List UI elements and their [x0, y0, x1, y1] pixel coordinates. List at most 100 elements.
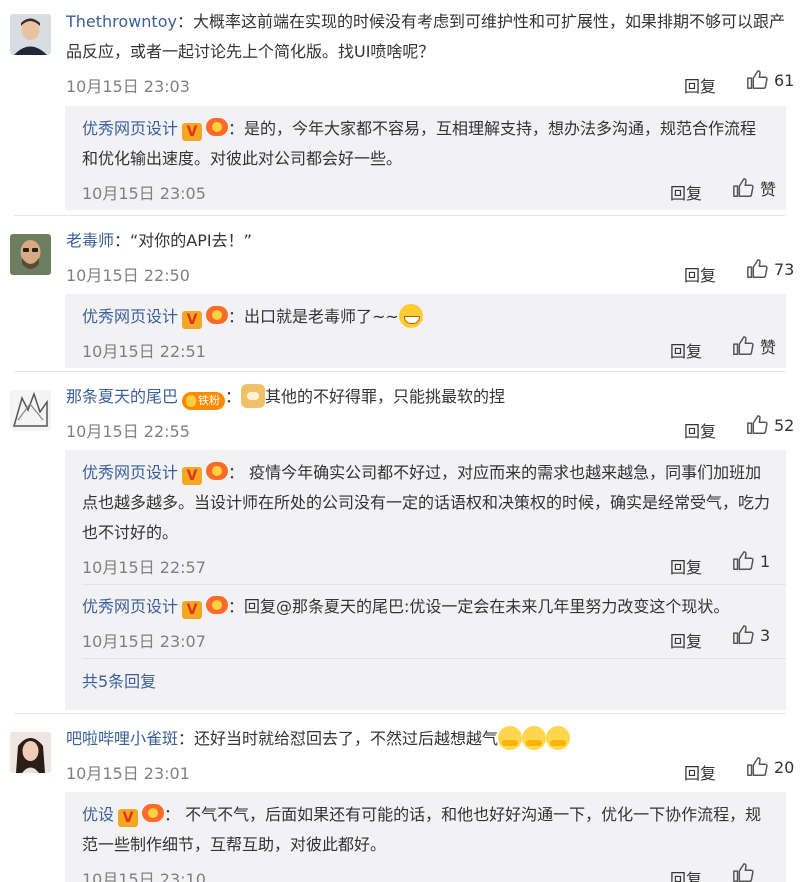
reply-button[interactable]: 回复: [670, 866, 702, 882]
thumb-up-icon: [733, 863, 754, 882]
like-button[interactable]: 3: [732, 624, 770, 646]
member-crown-badge-icon: [206, 306, 229, 324]
like-button[interactable]: [732, 862, 760, 882]
thumb-up-icon: [733, 178, 754, 197]
like-button[interactable]: 73: [746, 258, 794, 280]
divider: [14, 713, 786, 714]
reply-user-link[interactable]: 优秀网页设计: [82, 597, 178, 616]
laugh-emoji-icon: [398, 304, 423, 328]
reply-item: 优秀网页设计 V ：出口就是老毒师了~~ 10月15日 22:51 回复 赞: [65, 294, 786, 362]
fan-badge: 铁粉: [182, 392, 226, 410]
reply-text: 优秀网页设计 V： 疫情今年确实公司都不好过，对应而来的需求也越来越急，同事们加班…: [82, 458, 770, 548]
member-crown-badge-icon: [206, 596, 229, 614]
like-count: 赞: [760, 180, 777, 199]
like-button[interactable]: 20: [746, 756, 794, 778]
thumb-up-icon: [733, 336, 754, 355]
divider: [14, 371, 786, 372]
reply-meta: 10月15日 23:07 回复 3: [82, 622, 770, 652]
reply-user-link[interactable]: 优秀网页设计: [82, 463, 178, 482]
vip-v-badge-icon: V: [182, 467, 203, 485]
avatar-image: [10, 390, 51, 431]
thumb-up-icon: [747, 70, 768, 89]
like-count: 52: [774, 415, 795, 435]
reply-time: 10月15日 22:57: [82, 558, 206, 577]
reply-user-link[interactable]: 优秀网页设计: [82, 119, 178, 138]
comment-meta: 10月15日 23:01 回复 20: [66, 754, 794, 784]
comment-content: ：还好当时就给怼回去了，不然过后越想越气: [178, 729, 499, 748]
reply-time: 10月15日 23:10: [82, 870, 206, 882]
comment-time: 10月15日 22:50: [66, 266, 190, 285]
thumb-up-icon: [747, 415, 768, 434]
avatar-image: [10, 732, 51, 773]
comment-text: 老毒师：“对你的API去！”: [66, 226, 786, 256]
reply-content: ：出口就是老毒师了~~: [228, 307, 399, 326]
reply-button[interactable]: 回复: [670, 554, 702, 578]
reply-meta: 10月15日 23:05 回复 赞: [82, 174, 776, 204]
reply-meta: 10月15日 22:51 回复 赞: [82, 332, 776, 362]
comment-user-link[interactable]: 那条夏天的尾巴: [66, 387, 178, 406]
comment-time: 10月15日 23:01: [66, 764, 190, 783]
hug-emoji-icon: [522, 726, 547, 750]
like-count: 3: [760, 625, 771, 645]
thumb-up-icon: [747, 259, 768, 278]
reply-user-link[interactable]: 优设: [82, 805, 114, 824]
reply-item: 优秀网页设计 V ：回复@那条夏天的尾巴:优设一定会在未来几年里努力改变这个现状。 …: [65, 585, 786, 652]
avatar-image: [10, 234, 51, 275]
reply-panel: 优秀网页设计 V ：出口就是老毒师了~~ 10月15日 22:51 回复 赞: [65, 294, 786, 368]
avatar[interactable]: [10, 732, 51, 773]
reply-button[interactable]: 回复: [670, 180, 702, 204]
comment-user-link[interactable]: 吧啦哔哩小雀斑: [66, 729, 178, 748]
reply-content: ： 不气不气，后面如果还有可能的话，和他也好好沟通一下，优化一下协作流程，规范一…: [82, 805, 762, 854]
reply-item: 优设 V： 不气不气，后面如果还有可能的话，和他也好好沟通一下，优化一下协作流程，…: [65, 792, 786, 882]
avatar-image: [10, 14, 51, 55]
reply-button[interactable]: 回复: [684, 262, 716, 286]
reply-item: 优秀网页设计 V ：是的，今年大家都不容易，互相理解支持，想办法多沟通，规范合作流程…: [65, 106, 786, 204]
comment-text: 那条夏天的尾巴 铁粉：其他的不好得罪，只能挑最软的捏: [66, 382, 786, 412]
thumb-up-icon: [733, 551, 754, 570]
comment-text: Thethrowntoy：大概率这前端在实现的时候没有考虑到可维护性和可扩展性，…: [66, 7, 786, 67]
member-crown-badge-icon: [206, 118, 229, 136]
like-button[interactable]: 61: [746, 69, 794, 91]
member-crown-badge-icon: [142, 804, 165, 822]
doge-emoji-icon: [241, 384, 266, 408]
reply-time: 10月15日 23:07: [82, 632, 206, 651]
reply-button[interactable]: 回复: [670, 628, 702, 652]
avatar[interactable]: [10, 14, 51, 55]
comment-content: 其他的不好得罪，只能挑最软的捏: [265, 387, 506, 406]
reply-text: 优秀网页设计 V ：回复@那条夏天的尾巴:优设一定会在未来几年里努力改变这个现状。: [82, 592, 770, 622]
avatar[interactable]: [10, 234, 51, 275]
comment-text: 吧啦哔哩小雀斑：还好当时就给怼回去了，不然过后越想越气: [66, 724, 786, 754]
reply-button[interactable]: 回复: [670, 338, 702, 362]
comment-time: 10月15日 23:03: [66, 77, 190, 96]
reply-user-link[interactable]: 优秀网页设计: [82, 307, 178, 326]
like-button[interactable]: 52: [746, 414, 794, 436]
reply-panel: 优设 V： 不气不气，后面如果还有可能的话，和他也好好沟通一下，优化一下协作流程，…: [65, 792, 786, 882]
comment-user-link[interactable]: Thethrowntoy: [66, 12, 177, 31]
like-button[interactable]: 赞: [732, 176, 776, 200]
reply-text: 优设 V： 不气不气，后面如果还有可能的话，和他也好好沟通一下，优化一下协作流程，…: [82, 800, 770, 860]
avatar[interactable]: [10, 390, 51, 431]
like-count: 20: [774, 757, 795, 777]
reply-text: 优秀网页设计 V ：出口就是老毒师了~~: [82, 302, 770, 332]
reply-content: ：回复@那条夏天的尾巴:优设一定会在未来几年里努力改变这个现状。: [228, 597, 730, 616]
vip-v-badge-icon: V: [182, 601, 203, 619]
vip-v-badge-icon: V: [182, 311, 203, 329]
thumb-up-icon: [747, 757, 768, 776]
comment-user-link[interactable]: 老毒师: [66, 231, 114, 250]
like-button[interactable]: 1: [732, 550, 770, 572]
hug-emoji-icon: [546, 726, 571, 750]
vip-v-badge-icon: V: [182, 123, 203, 141]
reply-button[interactable]: 回复: [684, 418, 716, 442]
reply-button[interactable]: 回复: [684, 760, 716, 784]
like-button[interactable]: 赞: [732, 334, 776, 358]
comment-content: ：“对你的API去！”: [114, 231, 252, 250]
reply-button[interactable]: 回复: [684, 73, 716, 97]
comment-meta: 10月15日 22:50 回复 73: [66, 256, 794, 286]
like-count: 1: [760, 551, 771, 571]
like-count: 赞: [760, 338, 777, 357]
comment-time: 10月15日 22:55: [66, 422, 190, 441]
reply-item: 优秀网页设计 V： 疫情今年确实公司都不好过，对应而来的需求也越来越急，同事们加班…: [65, 450, 786, 578]
comment-meta: 10月15日 22:55 回复 52: [66, 412, 794, 442]
more-replies-link[interactable]: 共5条回复: [65, 659, 786, 697]
comment-meta: 10月15日 23:03 回复 61: [66, 67, 794, 97]
